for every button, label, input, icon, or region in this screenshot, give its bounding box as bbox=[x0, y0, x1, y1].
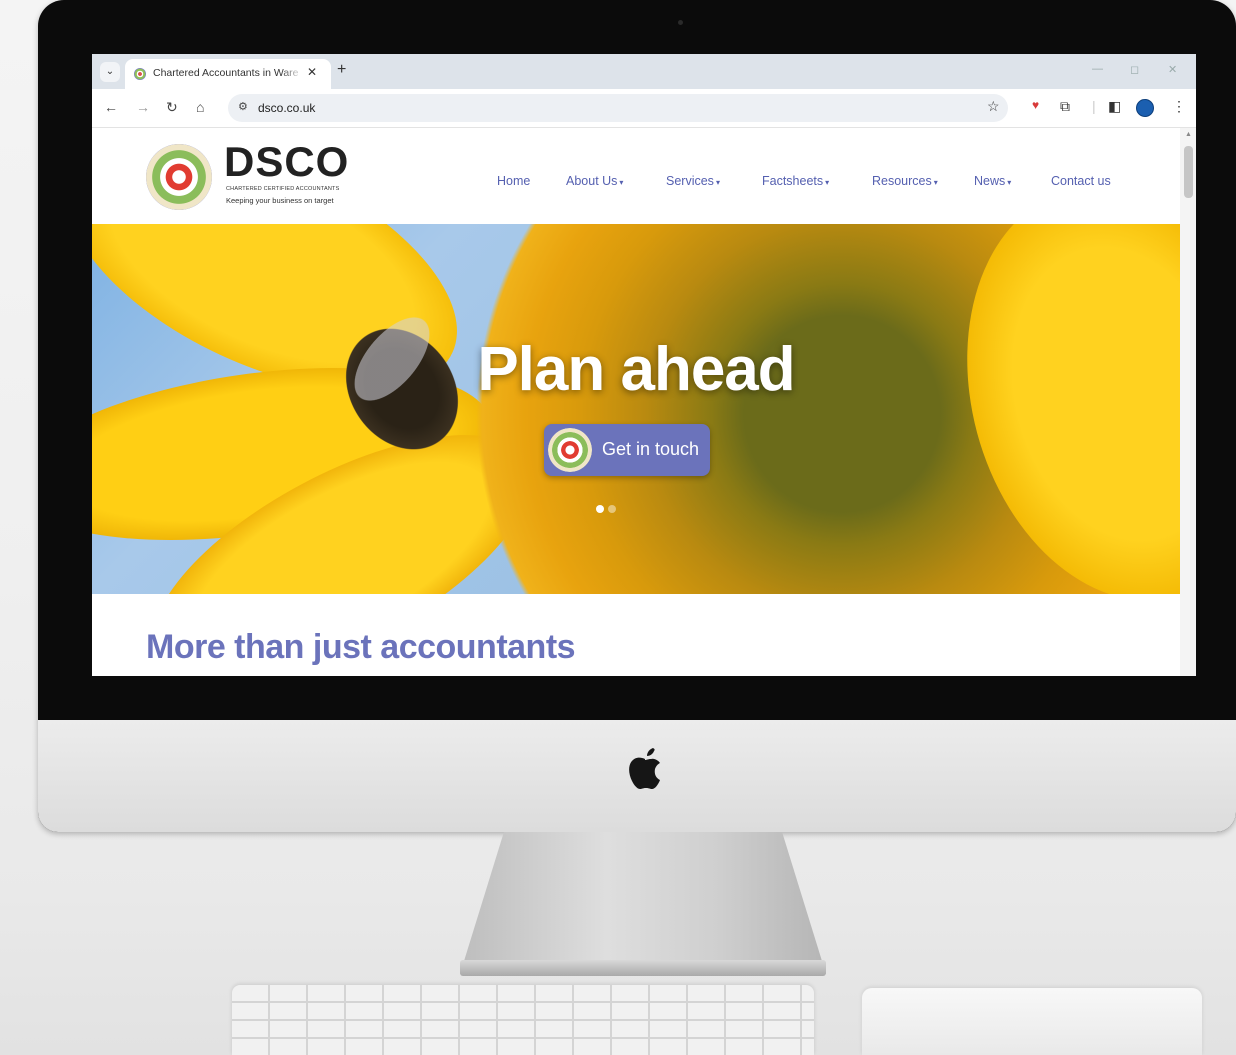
forward-arrow-icon[interactable]: → bbox=[136, 99, 150, 115]
get-in-touch-button[interactable]: Get in touch bbox=[544, 424, 710, 476]
profile-avatar-icon[interactable] bbox=[1136, 99, 1154, 117]
extensions-puzzle-icon[interactable]: ⧉ bbox=[1060, 98, 1070, 115]
toolbar-divider: | bbox=[1092, 98, 1096, 114]
slider-dot-active[interactable] bbox=[596, 505, 604, 513]
keyboard bbox=[232, 985, 814, 1055]
nav-item-news[interactable]: News ▾ bbox=[974, 174, 1011, 188]
extension-pocket-icon[interactable]: ♥ bbox=[1032, 98, 1039, 112]
caret-down-icon: ▾ bbox=[825, 178, 830, 187]
scroll-up-icon[interactable]: ▲ bbox=[1185, 131, 1192, 138]
nav-item-about-us[interactable]: About Us ▾ bbox=[566, 174, 623, 188]
back-arrow-icon[interactable]: ← bbox=[104, 99, 118, 115]
nav-label: News bbox=[974, 174, 1006, 188]
web-page: DSCO CHARTERED CERTIFIED ACCOUNTANTS Kee… bbox=[92, 128, 1180, 676]
hero-slider: Plan ahead Get in touch bbox=[92, 224, 1180, 594]
slider-dots bbox=[596, 500, 620, 518]
restore-icon[interactable]: ◻ bbox=[1130, 63, 1139, 76]
favicon-icon bbox=[134, 68, 146, 80]
nav-label: Home bbox=[497, 174, 531, 188]
logo-wordmark[interactable]: DSCO bbox=[224, 140, 349, 184]
apple-logo-icon bbox=[629, 748, 660, 789]
home-icon[interactable]: ⌂ bbox=[196, 99, 204, 115]
nav-label: About Us bbox=[566, 174, 618, 188]
page-scrollbar[interactable]: ▲ bbox=[1180, 128, 1196, 676]
minimize-icon[interactable]: — bbox=[1092, 63, 1103, 75]
bookmark-star-icon[interactable]: ☆ bbox=[987, 98, 1000, 115]
close-icon[interactable]: ✕ bbox=[307, 65, 317, 79]
browser-tab-active[interactable]: Chartered Accountants in Ware ✕ bbox=[125, 59, 331, 89]
target-logo-icon[interactable] bbox=[146, 144, 212, 210]
tab-title: Chartered Accountants in Ware bbox=[153, 67, 299, 79]
caret-down-icon: ▾ bbox=[619, 178, 624, 187]
url-text[interactable]: dsco.co.uk bbox=[258, 101, 315, 115]
trackpad bbox=[862, 988, 1202, 1055]
logo-subtitle: CHARTERED CERTIFIED ACCOUNTANTS bbox=[226, 186, 340, 192]
cta-label: Get in touch bbox=[602, 439, 700, 459]
monitor-stand-base bbox=[460, 960, 826, 976]
nav-label: Services bbox=[666, 174, 714, 188]
menu-kebab-icon[interactable]: ⋮ bbox=[1172, 98, 1186, 115]
section-heading: More than just accountants bbox=[146, 628, 576, 666]
browser-toolbar: ← → ↻ ⌂ ⚙ dsco.co.uk ☆ ♥ ⧉ | ◧ ⋮ bbox=[92, 89, 1196, 128]
nav-label: Resources bbox=[872, 174, 932, 188]
new-tab-plus-icon[interactable]: + bbox=[337, 61, 346, 79]
site-header: DSCO CHARTERED CERTIFIED ACCOUNTANTS Kee… bbox=[92, 128, 1180, 224]
nav-label: Contact us bbox=[1051, 174, 1111, 188]
nav-item-services[interactable]: Services ▾ bbox=[666, 174, 720, 188]
monitor-stand bbox=[460, 832, 826, 974]
camera bbox=[678, 20, 683, 25]
logo-tagline: Keeping your business on target bbox=[226, 196, 334, 205]
chevron-down-icon[interactable]: ⌄ bbox=[100, 62, 120, 82]
address-bar[interactable]: ⚙ dsco.co.uk bbox=[228, 94, 1008, 122]
caret-down-icon: ▾ bbox=[715, 178, 720, 187]
tab-strip: ⌄ Chartered Accountants in Ware ✕ + — ◻ … bbox=[92, 54, 1196, 89]
caret-down-icon: ▾ bbox=[933, 178, 938, 187]
target-logo-icon bbox=[548, 428, 592, 472]
nav-item-factsheets[interactable]: Factsheets ▾ bbox=[762, 174, 829, 188]
window-close-icon[interactable]: ✕ bbox=[1168, 63, 1177, 76]
side-panel-icon[interactable]: ◧ bbox=[1108, 98, 1121, 115]
caret-down-icon: ▾ bbox=[1007, 178, 1012, 187]
nav-item-resources[interactable]: Resources ▾ bbox=[872, 174, 938, 188]
nav-item-contact-us[interactable]: Contact us bbox=[1051, 174, 1111, 188]
nav-label: Factsheets bbox=[762, 174, 824, 188]
browser-window: ⌄ Chartered Accountants in Ware ✕ + — ◻ … bbox=[92, 54, 1196, 676]
reload-icon[interactable]: ↻ bbox=[166, 99, 178, 116]
nav-item-home[interactable]: Home bbox=[497, 174, 530, 188]
slider-dot[interactable] bbox=[608, 505, 616, 513]
scrollbar-thumb[interactable] bbox=[1184, 146, 1193, 198]
site-info-icon[interactable]: ⚙ bbox=[238, 100, 248, 113]
hero-title: Plan ahead bbox=[477, 335, 795, 404]
